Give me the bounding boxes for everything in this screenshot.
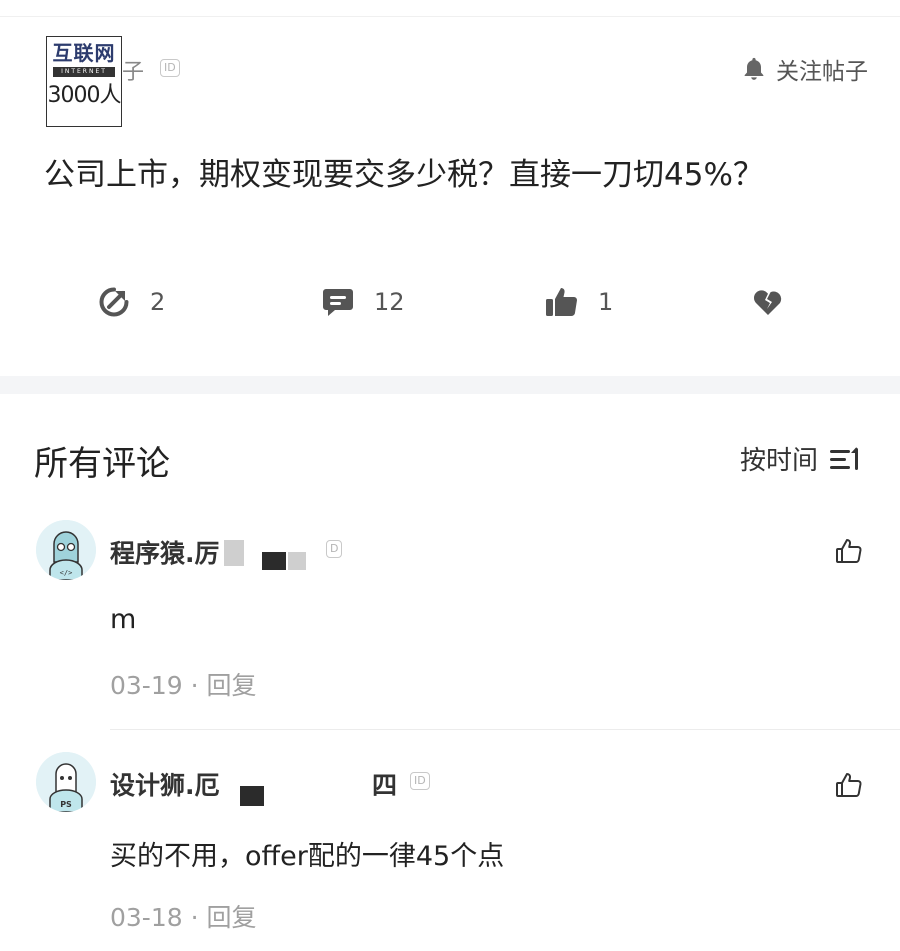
- comments-section-title: 所有评论: [34, 444, 170, 484]
- follow-post-button[interactable]: 关注帖子: [740, 52, 868, 86]
- thumbs-up-icon: [546, 288, 578, 316]
- post-title: 公司上市，期权变现要交多少税？直接一刀切45%？: [44, 157, 764, 193]
- broken-heart-icon: [753, 290, 782, 315]
- comment-button[interactable]: 12: [320, 280, 405, 324]
- redaction-mark: [262, 552, 286, 570]
- programmer-avatar-icon[interactable]: </>: [36, 520, 96, 580]
- follow-post-label: 关注帖子: [776, 59, 868, 85]
- redaction-mark: [224, 540, 244, 566]
- comment-meta: 03-19 · 回复: [110, 666, 257, 702]
- reply-button[interactable]: 回复: [207, 903, 257, 932]
- thumbs-up-outline-icon: [836, 773, 862, 797]
- comment-author-name[interactable]: 设计狮.厄: [110, 766, 220, 802]
- comment-item: PS 设计狮.厄 四 ID 买的不用，offer配的一律45个点 03-18 ·…: [0, 752, 900, 951]
- watermark-logo: 互联网 INTERNET 3000人: [46, 36, 122, 127]
- like-count: 1: [598, 288, 614, 316]
- comment-icon: [323, 289, 353, 316]
- comment-item: </> 程序猿.厉 D m 03-19 · 回复: [0, 518, 900, 718]
- watermark-line-1: 互联网: [52, 41, 116, 65]
- svg-text:PS: PS: [60, 800, 72, 809]
- comment-text: 买的不用，offer配的一律45个点: [110, 841, 505, 872]
- comment-author-name-suffix: 四: [372, 771, 398, 800]
- sort-icon: [830, 446, 858, 470]
- designer-avatar-icon[interactable]: PS: [36, 752, 96, 812]
- comment-id-badge: ID: [410, 772, 430, 790]
- post-id-badge: ID: [160, 59, 180, 77]
- redaction-mark: [288, 552, 306, 570]
- section-divider: [0, 376, 900, 394]
- share-count: 2: [150, 288, 166, 316]
- comment-meta: 03-18 · 回复: [110, 898, 257, 934]
- share-button[interactable]: 2: [96, 280, 165, 324]
- comment-text: m: [110, 604, 137, 635]
- comment-id-badge: D: [326, 540, 343, 558]
- comment-author-name[interactable]: 程序猿.厉: [110, 534, 220, 570]
- comment-date: 03-19: [110, 671, 183, 700]
- sort-by-time-button[interactable]: 按时间: [740, 440, 862, 477]
- share-icon: [99, 287, 129, 317]
- watermark-line-3: 3000人: [47, 83, 122, 108]
- comment-count: 12: [374, 288, 405, 316]
- comment-date: 03-18: [110, 903, 183, 932]
- redaction-mark: [240, 786, 264, 806]
- reply-button[interactable]: 回复: [207, 671, 257, 700]
- meta-separator: ·: [190, 903, 207, 932]
- meta-separator: ·: [190, 671, 207, 700]
- comment-like-button[interactable]: [834, 770, 864, 800]
- post-stats-bar: 2 12 1: [0, 280, 900, 324]
- top-divider: [0, 16, 900, 17]
- comment-divider: [110, 729, 900, 730]
- post-detail-page: 互联网 INTERNET 3000人 子 ID 关注帖子 公司上市，期权变现要交…: [0, 0, 900, 951]
- svg-text:</>: </>: [60, 569, 73, 577]
- bell-icon: [744, 57, 764, 80]
- comment-like-button[interactable]: [834, 536, 864, 566]
- sort-label: 按时间: [739, 446, 818, 476]
- watermark-line-2: INTERNET: [53, 67, 115, 77]
- thumbs-up-outline-icon: [836, 539, 862, 563]
- post-author-name[interactable]: 子: [122, 54, 144, 86]
- dislike-button[interactable]: [750, 280, 786, 324]
- like-button[interactable]: 1: [544, 280, 613, 324]
